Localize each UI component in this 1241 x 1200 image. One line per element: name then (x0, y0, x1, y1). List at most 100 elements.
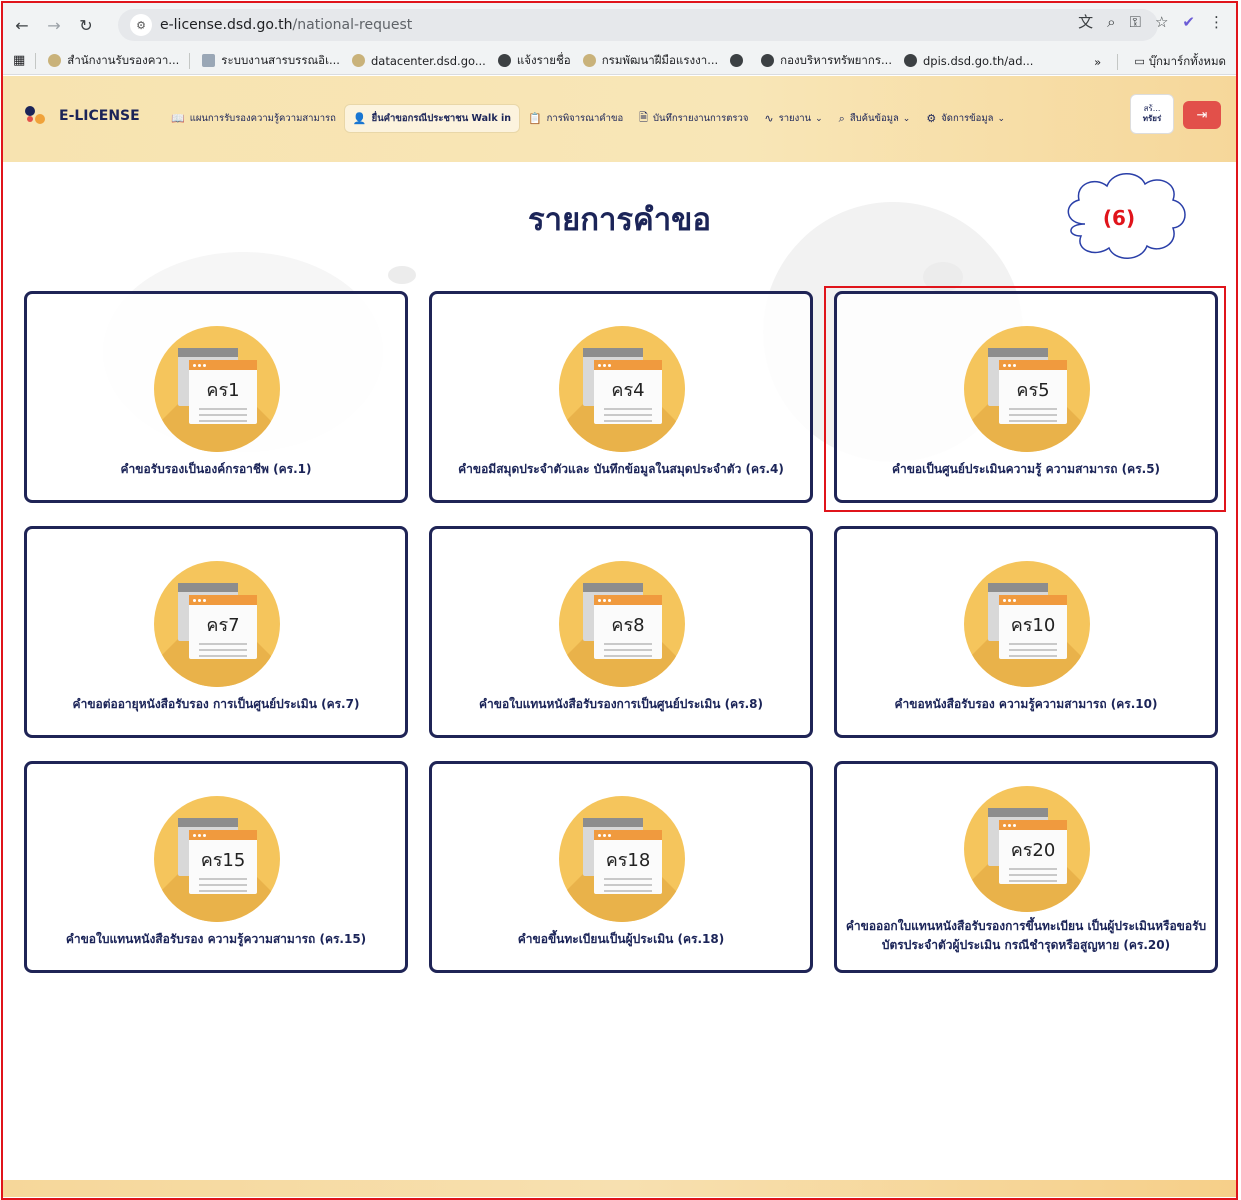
form-code: คร8 (611, 615, 645, 636)
divider (189, 52, 191, 69)
chevron-down-icon: ⌄ (997, 113, 1005, 124)
globe-icon (904, 54, 917, 67)
document-icon: คร10 (964, 561, 1090, 687)
logo-icon (25, 106, 49, 126)
add-user-icon: 👤 (352, 112, 367, 125)
menu-search[interactable]: ⌕ สืบค้นข้อมูล ⌄ (831, 105, 919, 132)
menu-label: ยื่นคำขอกรณีประชาชน Walk in (371, 113, 511, 124)
bookmark-item[interactable]: กองบริหารทรัพยากร... (761, 52, 892, 70)
bookmark-label: แจ้งรายชื่อ (516, 52, 571, 67)
document-front: คร10 (999, 595, 1067, 659)
document-front: คร5 (999, 360, 1067, 424)
star-icon[interactable]: ☆ (1155, 13, 1168, 31)
bookmark-label: กรมพัฒนาฝีมือแรงงา... (601, 52, 719, 67)
bookmark-item[interactable]: กรมพัฒนาฝีมือแรงงา... (582, 52, 719, 70)
request-card[interactable]: คร4 คำขอมีสมุดประจำตัวและ บันทึกข้อมูลในส… (429, 291, 813, 503)
forward-icon[interactable]: → (41, 12, 67, 38)
folder-icon: ▭ (1134, 54, 1149, 68)
app-logo[interactable]: E-LICENSE (25, 106, 140, 126)
document-front: คร20 (999, 820, 1067, 884)
chevron-down-icon: ⌄ (902, 113, 911, 124)
bookmark-label: กองบริหารทรัพยากร... (780, 52, 892, 67)
form-code: คร7 (206, 615, 240, 636)
form-code: คร4 (611, 380, 645, 401)
apps-icon[interactable]: ▦ (13, 53, 25, 68)
card-label: คำขอเป็นศูนย์ประเมินความรู้ ความสามารถ (… (891, 462, 1161, 476)
bookmark-item[interactable]: dpis.dsd.go.th/ad... (904, 54, 1033, 68)
request-card[interactable]: คร1 คำขอรับรองเป็นองค์กรอาชีพ (คร.1) (24, 291, 408, 503)
card-label: คำขอออกใบแทนหนังสือรับรองการขึ้นทะเบียน … (845, 919, 1207, 952)
request-card[interactable]: คร20 คำขอออกใบแทนหนังสือรับรองการขึ้นทะเบ… (834, 761, 1218, 973)
request-card[interactable]: คร8 คำขอใบแทนหนังสือรับรองการเป็นศูนย์ประ… (429, 526, 813, 738)
bookmark-item[interactable] (730, 54, 749, 67)
all-bookmarks-label: บุ๊กมาร์กทั้งหมด (1148, 54, 1226, 68)
bookmarks-bar: ▦ สำนักงานรับรองควา... ระบบงานสารบรรณอิเ… (3, 47, 1236, 75)
request-card[interactable]: คร15 คำขอใบแทนหนังสือรับรอง ความรู้ความสา… (24, 761, 408, 973)
bookmark-label: ระบบงานสารบรรณอิเ... (221, 52, 340, 67)
more-bookmarks-button[interactable]: » (1094, 55, 1101, 69)
bookmark-item[interactable]: ระบบงานสารบรรณอิเ... (202, 52, 340, 70)
document-front: คร7 (189, 595, 257, 659)
menu-label: สืบค้นข้อมูล (849, 113, 899, 124)
menu-label: แผนการรับรองความรู้ความสามารถ (189, 113, 336, 124)
request-card[interactable]: คร7 คำขอต่ออายุหนังสือรับรอง การเป็นศูนย์… (24, 526, 408, 738)
card-label: คำขอต่ออายุหนังสือรับรอง การเป็นศูนย์ประ… (72, 697, 360, 711)
user-name-line1: สร้... (1143, 104, 1161, 113)
gear-icon: ⚙ (926, 112, 937, 125)
form-code: คร1 (206, 380, 240, 401)
card-label: คำขอรับรองเป็นองค์กรอาชีพ (คร.1) (120, 462, 312, 476)
document-icon: คร18 (559, 796, 685, 922)
extension-icon[interactable]: ✔ (1182, 13, 1195, 31)
request-card[interactable]: คร18 คำขอขึ้นทะเบียนเป็นผู้ประเมิน (คร.18… (429, 761, 813, 973)
document-icon: คร1 (154, 326, 280, 452)
menu-request-review[interactable]: 📋 การพิจารณาคำขอ (520, 105, 631, 132)
url-domain: e-license.dsd.go.th (160, 17, 293, 33)
bookmark-label: dpis.dsd.go.th/ad... (923, 53, 1034, 68)
globe-icon (497, 54, 511, 67)
translate-icon[interactable]: 文 (1078, 11, 1093, 32)
menu-label: จัดการข้อมูล (941, 113, 994, 124)
more-menu-icon[interactable]: ⋮ (1209, 13, 1224, 31)
menu-data-management[interactable]: ⚙ จัดการข้อมูล ⌄ (918, 105, 1013, 132)
reload-icon[interactable]: ↻ (73, 12, 99, 38)
card-label: คำขอหนังสือรับรอง ความรู้ความสามารถ (คร.… (894, 697, 1158, 711)
zoom-icon[interactable]: ⌕ (1107, 13, 1115, 31)
document-icon: คร20 (964, 786, 1090, 912)
form-code: คร15 (200, 850, 246, 871)
bookmark-item[interactable]: แจ้งรายชื่อ (497, 52, 571, 70)
annotation-step-label: (6) (1102, 206, 1136, 230)
globe-icon (761, 54, 775, 67)
menu-reports[interactable]: ∿ รายงาน ⌄ (756, 105, 830, 132)
request-card[interactable]: คร5 คำขอเป็นศูนย์ประเมินความรู้ ความสามาร… (834, 291, 1218, 503)
browser-toolbar: ← → ↻ ⚙ e-license.dsd.go.th/national-req… (3, 3, 1236, 47)
document-front: คร15 (189, 830, 257, 894)
key-icon[interactable]: ⚿ (1130, 13, 1141, 31)
bookmark-label: datacenter.dsd.go... (370, 53, 486, 68)
form-code: คร18 (605, 850, 651, 871)
logout-icon: ⇥ (1196, 107, 1208, 123)
bookmark-favicon-icon (351, 54, 365, 67)
background-decoration (388, 266, 416, 284)
card-label: คำขอใบแทนหนังสือรับรองการเป็นศูนย์ประเมิ… (478, 697, 764, 711)
menu-walk-in-request[interactable]: 👤 ยื่นคำขอกรณีประชาชน Walk in (343, 104, 520, 133)
book-icon: 📖 (171, 112, 185, 125)
address-bar[interactable]: ⚙ e-license.dsd.go.th/national-request (118, 9, 1158, 41)
menu-certification-plan[interactable]: 📖 แผนการรับรองความรู้ความสามารถ (163, 105, 344, 132)
site-info-icon[interactable]: ⚙ (130, 14, 152, 36)
card-label: คำขอใบแทนหนังสือรับรอง ความรู้ความสามารถ… (65, 932, 367, 946)
all-bookmarks-button[interactable]: ▭ บุ๊กมาร์กทั้งหมด (1134, 53, 1226, 71)
logout-button[interactable]: ⇥ (1183, 101, 1221, 129)
bookmark-label: สำนักงานรับรองควา... (67, 52, 180, 67)
bookmark-favicon-icon (582, 54, 596, 67)
document-icon (202, 54, 216, 67)
globe-icon (730, 54, 744, 67)
user-profile-button[interactable]: สร้... ทรัยร่ (1130, 94, 1174, 134)
back-icon[interactable]: ← (9, 12, 35, 38)
main-menu: 📖 แผนการรับรองความรู้ความสามารถ 👤 ยื่นคำขอ… (163, 103, 1013, 134)
menu-label: บันทึกรายงานการตรวจ (653, 113, 749, 124)
menu-label: รายงาน (778, 113, 812, 124)
bookmark-item[interactable]: datacenter.dsd.go... (351, 53, 486, 68)
menu-inspection-report[interactable]: 🗎 บันทึกรายงานการตรวจ (631, 103, 756, 134)
bookmark-item[interactable]: สำนักงานรับรองควา... (48, 52, 179, 70)
request-card[interactable]: คร10 คำขอหนังสือรับรอง ความรู้ความสามารถ … (834, 526, 1218, 738)
